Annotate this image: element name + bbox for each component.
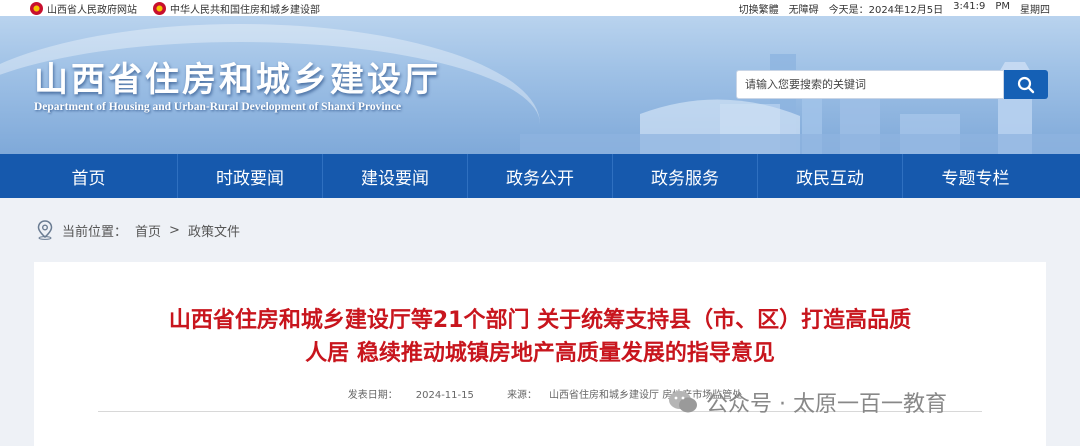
link-mohurd[interactable]: 中华人民共和国住房和城乡建设部 — [153, 1, 320, 16]
ampm-text: PM — [995, 1, 1010, 12]
link-shanxi-gov[interactable]: 山西省人民政府网站 — [30, 1, 137, 16]
wechat-icon — [669, 391, 697, 413]
accessibility-link[interactable]: 无障碍 — [789, 1, 819, 16]
search-box — [736, 70, 1048, 99]
search-input[interactable] — [736, 70, 1004, 99]
breadcrumb: 当前位置： 首页 > 政策文件 — [36, 220, 240, 240]
nav-home[interactable]: 首页 — [0, 154, 178, 198]
time-text: 3:41:9 — [953, 1, 986, 12]
nav-interaction[interactable]: 政民互动 — [758, 154, 903, 198]
header-banner: 山西省住房和城乡建设厅 Department of Housing and Ur… — [0, 16, 1080, 154]
watermark: 公众号 · 太原一百一教育 — [668, 386, 947, 418]
site-subtitle: Department of Housing and Urban-Rural De… — [34, 101, 402, 113]
top-bar-tools: 切换繁體 无障碍 今天是：2024年12月5日 3:41:9 PM 星期四 — [729, 1, 1050, 16]
nav-construction-news[interactable]: 建设要闻 — [323, 154, 468, 198]
breadcrumb-label: 当前位置： — [62, 224, 128, 240]
site-title: 山西省住房和城乡建设厅 — [34, 60, 441, 100]
publish-date-value: 2024-11-15 — [415, 390, 474, 401]
national-emblem-icon — [153, 2, 166, 15]
location-pin-icon — [37, 220, 53, 240]
publish-date-label: 发表日期： — [347, 390, 398, 401]
breadcrumb-separator: > — [169, 222, 180, 238]
nav-current-affairs[interactable]: 时政要闻 — [178, 154, 323, 198]
link-shanxi-gov-label: 山西省人民政府网站 — [47, 5, 137, 16]
breadcrumb-policy-docs[interactable]: 政策文件 — [188, 221, 240, 240]
weekday-text: 星期四 — [1020, 5, 1050, 16]
nav-government-services[interactable]: 政务服务 — [613, 154, 758, 198]
watermark-text: 公众号 · 太原一百一教育 — [706, 392, 947, 417]
nav-special-topics[interactable]: 专题专栏 — [903, 154, 1048, 198]
nav-government-affairs[interactable]: 政务公开 — [468, 154, 613, 198]
article-title-line-1: 山西省住房和城乡建设厅等21个部门 关于统筹支持县（市、区）打造高品质 — [168, 308, 912, 333]
article-card: 山西省住房和城乡建设厅等21个部门 关于统筹支持县（市、区）打造高品质 人居 稳… — [34, 262, 1046, 446]
search-button[interactable] — [1004, 70, 1048, 99]
search-icon — [1017, 76, 1035, 93]
link-mohurd-label: 中华人民共和国住房和城乡建设部 — [170, 5, 320, 16]
publish-date: 发表日期： 2024-11-15 — [338, 390, 474, 401]
article-title: 山西省住房和城乡建设厅等21个部门 关于统筹支持县（市、区）打造高品质 人居 稳… — [34, 304, 1046, 370]
main-nav: 首页 时政要闻 建设要闻 政务公开 政务服务 政民互动 专题专栏 — [0, 154, 1080, 198]
top-bar: 山西省人民政府网站 中华人民共和国住房和城乡建设部 切换繁體 无障碍 今天是：2… — [0, 0, 1080, 16]
city-skyline-illustration — [520, 54, 1080, 154]
breadcrumb-home[interactable]: 首页 — [135, 221, 161, 240]
article-source-label: 来源： — [507, 390, 538, 401]
article-title-line-2: 人居 稳续推动城镇房地产高质量发展的指导意见 — [305, 341, 775, 366]
national-emblem-icon — [30, 2, 43, 15]
external-links: 山西省人民政府网站 中华人民共和国住房和城乡建设部 — [30, 1, 336, 16]
switch-traditional-link[interactable]: 切换繁體 — [739, 1, 779, 16]
date-text: 今天是：2024年12月5日 — [828, 5, 944, 16]
